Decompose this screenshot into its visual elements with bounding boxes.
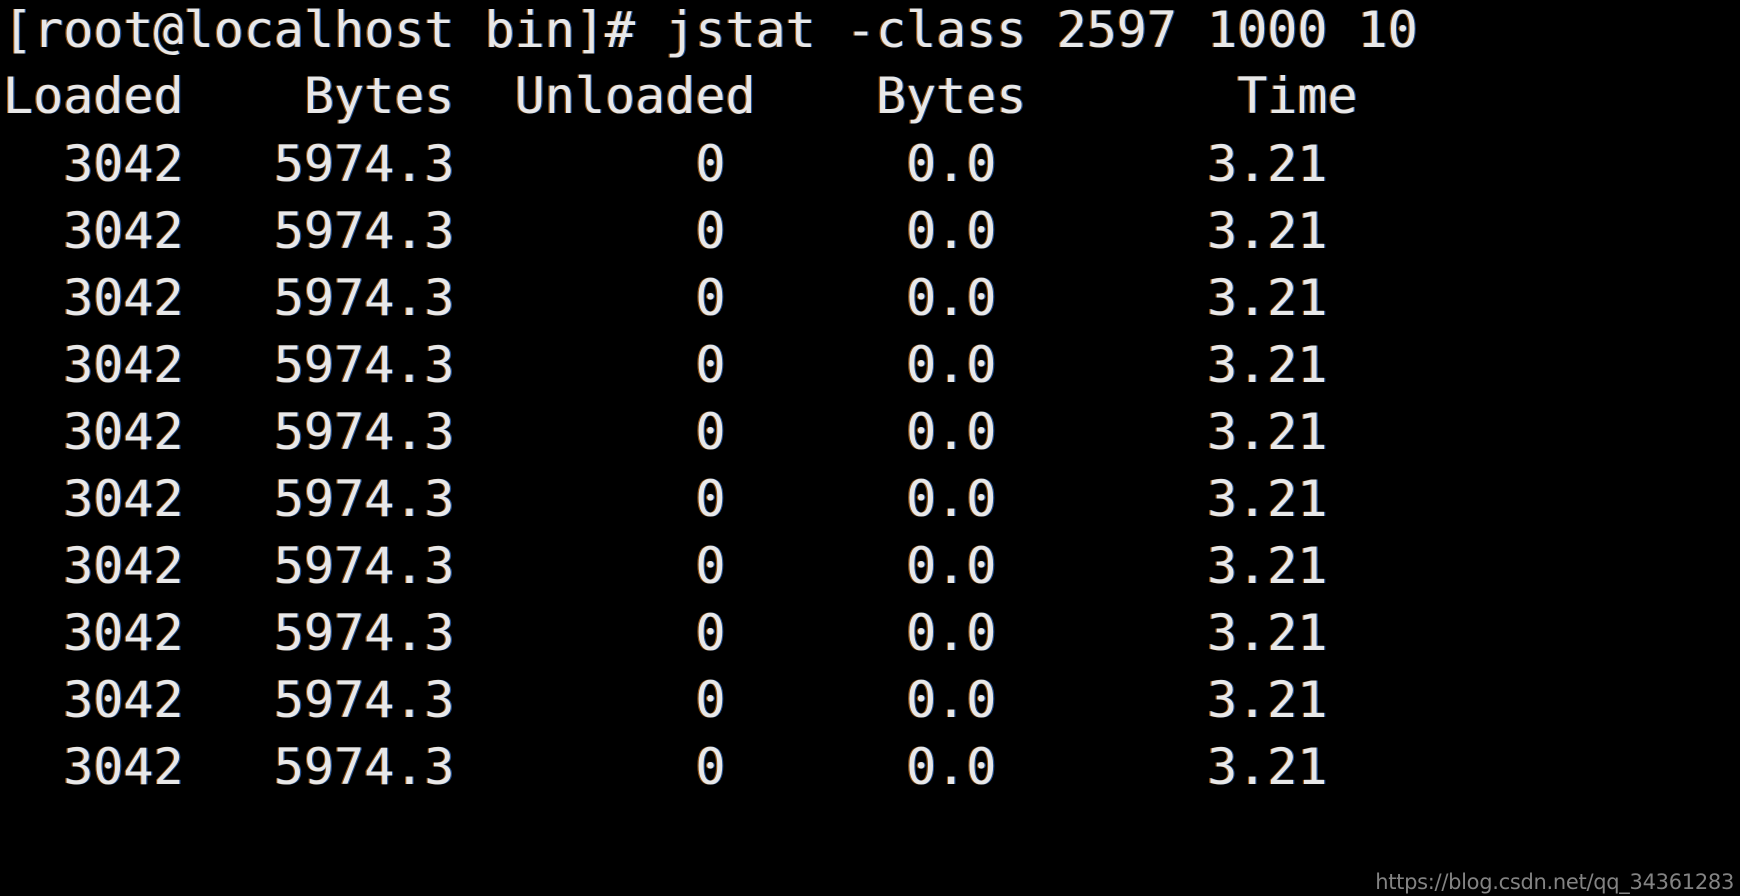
jstat-column-header-row: Loaded Bytes Unloaded Bytes Time [3, 67, 1358, 125]
csdn-blog-watermark: https://blog.csdn.net/qq_34361283 [1375, 870, 1734, 894]
jstat-output-row: 3042 5974.3 0 0.0 3.21 [3, 470, 1328, 528]
jstat-output-row: 3042 5974.3 0 0.0 3.21 [3, 671, 1328, 729]
jstat-output-row: 3042 5974.3 0 0.0 3.21 [3, 604, 1328, 662]
jstat-output-row: 3042 5974.3 0 0.0 3.21 [3, 537, 1328, 595]
jstat-output-row: 3042 5974.3 0 0.0 3.21 [3, 202, 1328, 260]
jstat-output-row: 3042 5974.3 0 0.0 3.21 [3, 336, 1328, 394]
command-prompt-line: [root@localhost bin]# jstat -class 2597 … [3, 1, 1418, 59]
terminal-window[interactable]: [root@localhost bin]# jstat -class 2597 … [0, 0, 1740, 896]
jstat-output-row: 3042 5974.3 0 0.0 3.21 [3, 403, 1328, 461]
jstat-output-row: 3042 5974.3 0 0.0 3.21 [3, 269, 1328, 327]
jstat-output-row: 3042 5974.3 0 0.0 3.21 [3, 135, 1328, 193]
jstat-output-row: 3042 5974.3 0 0.0 3.21 [3, 738, 1328, 796]
